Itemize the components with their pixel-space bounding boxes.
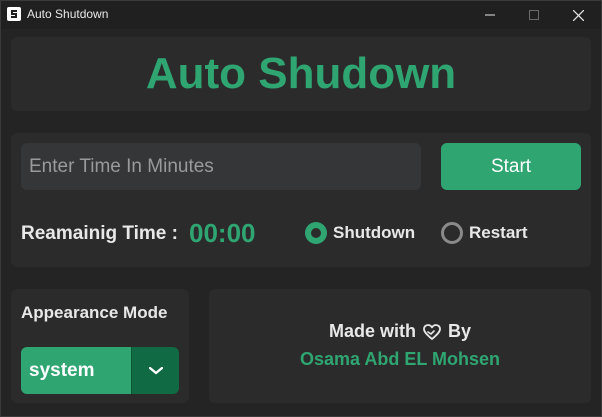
chevron-down-icon (148, 366, 163, 374)
maximize-icon (529, 10, 539, 20)
radio-selected-icon (305, 222, 327, 244)
credit-panel: Made with By Osama Abd EL Mohsen (209, 289, 591, 403)
remaining-time-value: 00:00 (189, 218, 256, 248)
appearance-mode-dropdown[interactable]: system (21, 347, 179, 394)
radio-unselected-icon (441, 222, 463, 244)
app-window: Auto Shutdown Auto Shudown Start Reamain… (0, 0, 602, 417)
start-button[interactable]: Start (441, 143, 581, 190)
minimize-button[interactable] (467, 1, 513, 29)
window-title: Auto Shutdown (27, 7, 109, 21)
shutdown-radio-label: Shutdown (333, 223, 416, 242)
restart-radio-label: Restart (469, 223, 528, 242)
title-bar: Auto Shutdown (1, 1, 601, 29)
minimize-icon (485, 14, 495, 16)
header-panel: Auto Shudown (11, 37, 591, 111)
remaining-time-label: Reamainig Time : (21, 223, 178, 244)
close-icon (572, 9, 584, 21)
appearance-mode-value[interactable]: system (21, 347, 131, 394)
timer-panel: Start Reamainig Time : 00:00 Shutdown Re… (11, 133, 591, 267)
page-title: Auto Shudown (145, 49, 457, 98)
maximize-button[interactable] (511, 1, 557, 29)
made-with-line: Made with By (209, 321, 591, 342)
restart-radio[interactable]: Restart (441, 222, 528, 244)
dropdown-toggle[interactable] (131, 347, 179, 394)
app-logo-icon (7, 7, 21, 21)
author-name: Osama Abd EL Mohsen (299, 349, 501, 369)
heart-icon (422, 323, 442, 341)
appearance-mode-label: Appearance Mode (21, 303, 168, 322)
made-with-text: Made with (328, 321, 416, 341)
shutdown-radio[interactable]: Shutdown (305, 222, 415, 244)
by-text: By (448, 321, 472, 341)
minutes-input[interactable] (21, 143, 421, 190)
close-button[interactable] (555, 1, 601, 29)
appearance-panel: Appearance Mode system (11, 289, 189, 403)
